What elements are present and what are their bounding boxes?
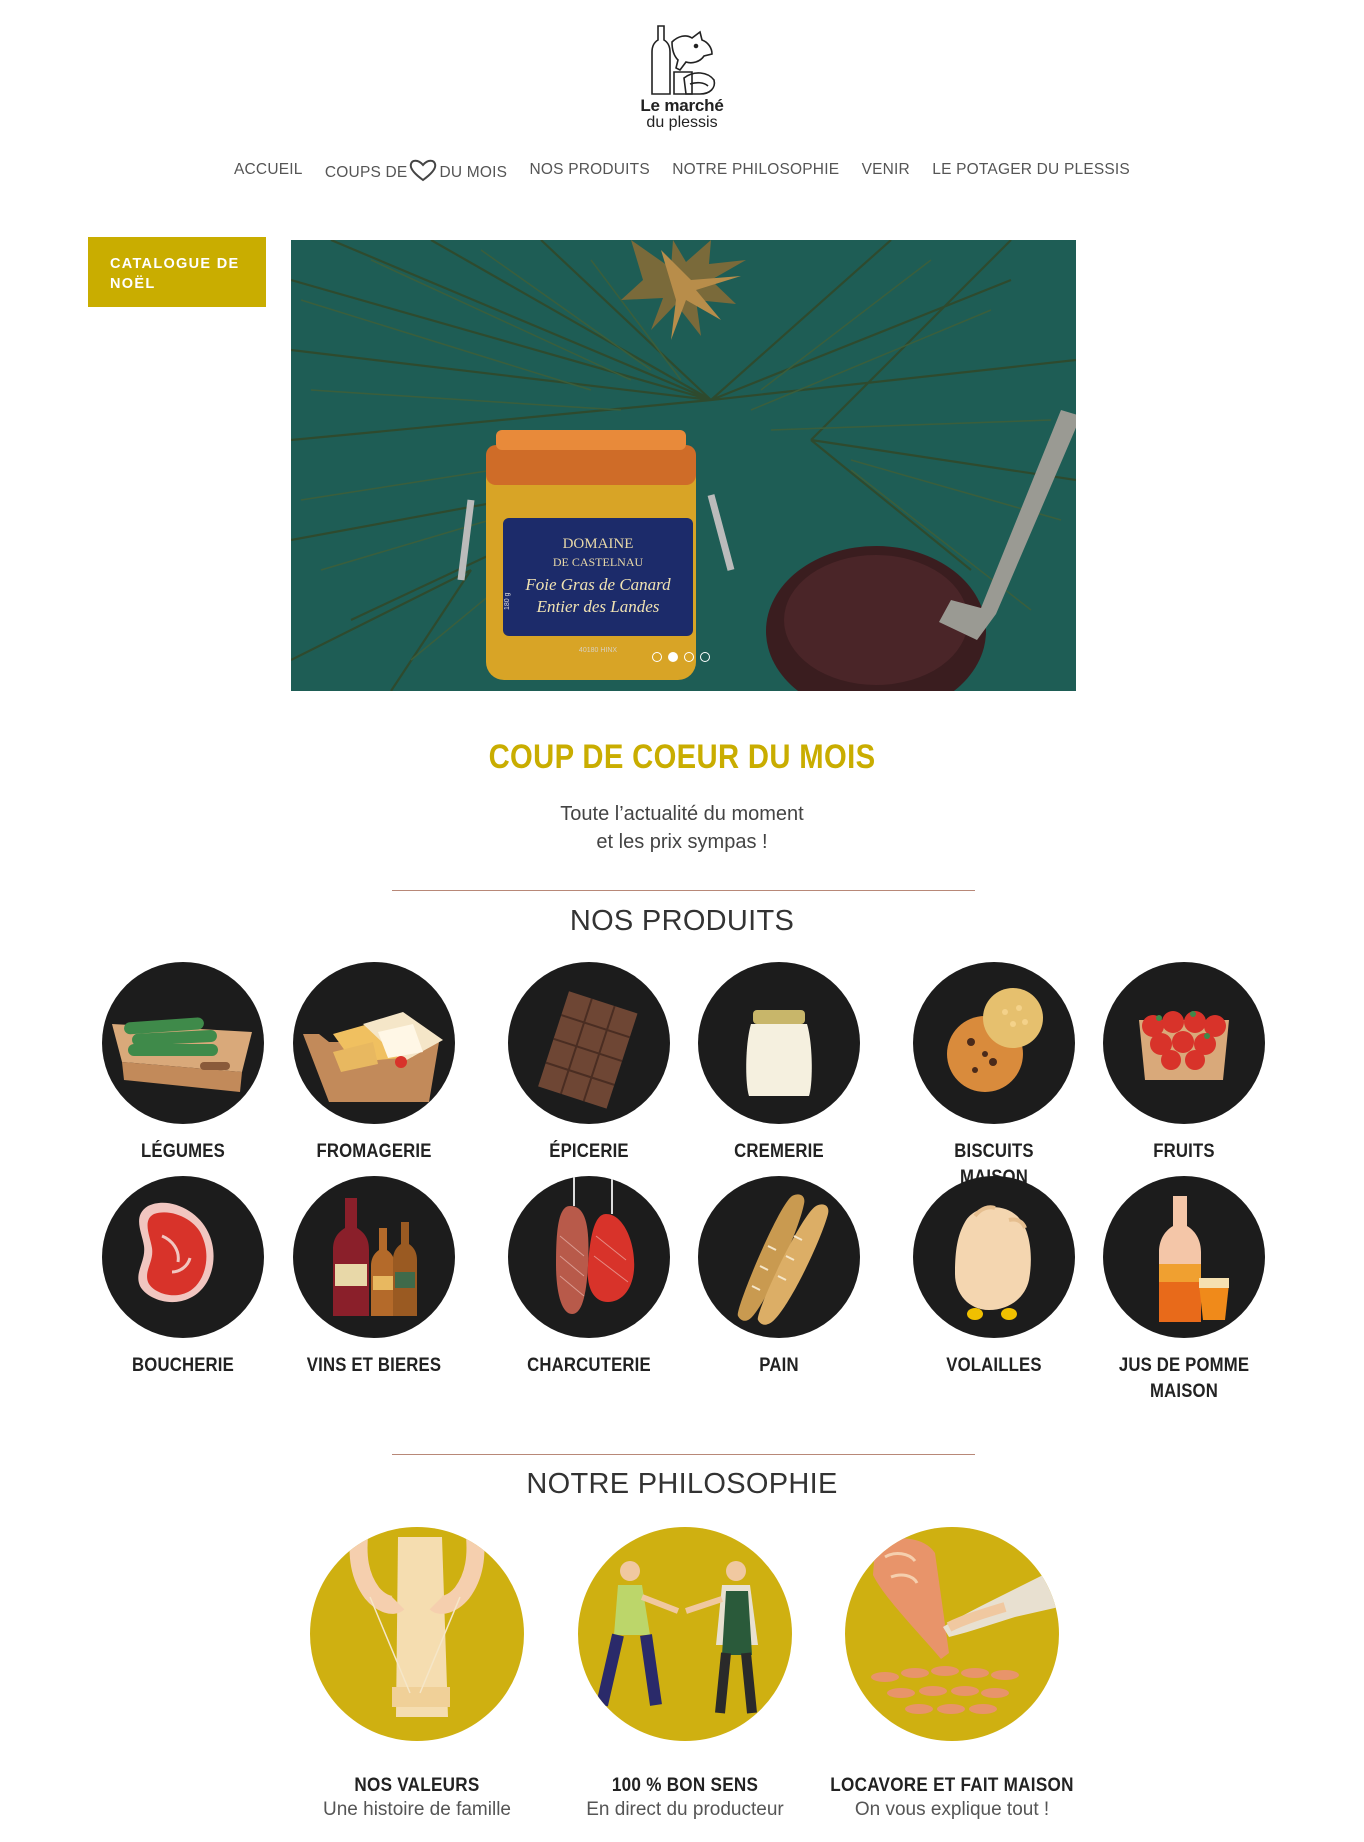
piping-bag-icon (871, 1538, 1059, 1714)
jus-line2: MAISON (1150, 1381, 1218, 1402)
cdc-line1: Toute l’actualité du moment (560, 803, 804, 825)
product-fromagerie[interactable]: FROMAGERIE (289, 962, 459, 1165)
product-label: VINS ET BIERES (306, 1355, 442, 1376)
handshake-icon (596, 1561, 758, 1714)
divider-1 (392, 890, 975, 891)
catalogue-line1: CATALOGUE DE (110, 256, 240, 272)
hero-image: DOMAINE DE CASTELNAU Foie Gras de Canard… (291, 240, 1076, 691)
logo-line2: du plessis (646, 114, 718, 131)
product-label: VOLAILLES (946, 1355, 1042, 1376)
slider-dot-2[interactable] (668, 652, 678, 662)
catalogue-noel-button[interactable]: CATALOGUE DE NOËL (88, 237, 266, 307)
steak-icon (138, 1202, 214, 1303)
jar-weight: 180 g (504, 592, 511, 610)
phil-subtitle: On vous explique tout ! (854, 1799, 1050, 1820)
slider-dot-1[interactable] (652, 652, 662, 662)
product-epicerie[interactable]: ÉPICERIE (504, 962, 674, 1165)
product-vins-et-bieres[interactable]: VINS ET BIERES (289, 1176, 459, 1379)
nav-coups-post: DU MOIS (439, 164, 508, 181)
product-label: LÉGUMES (141, 1141, 225, 1162)
product-jus-de-pomme[interactable]: JUS DE POMME MAISON (1099, 1176, 1269, 1405)
phil-locavore[interactable]: LOCAVORE ET FAIT MAISON On vous explique… (812, 1527, 1092, 1821)
product-volailles[interactable]: VOLAILLES (909, 1176, 1079, 1379)
nav-coups-de-coeur[interactable]: COUPS DE DU MOIS (325, 158, 507, 182)
nav-coups-pre: COUPS DE (324, 164, 408, 181)
product-label: CREMERIE (734, 1141, 824, 1162)
divider-2 (392, 1454, 975, 1455)
heart-icon (410, 159, 437, 182)
product-cremerie[interactable]: CREMERIE (694, 962, 864, 1165)
slider-dot-3[interactable] (684, 652, 694, 662)
nav-notre-philosophie[interactable]: NOTRE PHILOSOPHIE (672, 161, 839, 179)
catalogue-line2: NOËL (110, 276, 156, 292)
vegetable-crate-icon (112, 1017, 252, 1092)
logo-line1: Le marché (640, 96, 724, 115)
product-boucherie[interactable]: BOUCHERIE (98, 1176, 268, 1379)
product-label: PAIN (759, 1355, 799, 1376)
phil-title: 100 % BON SENS (611, 1775, 759, 1796)
chocolate-bar-icon (538, 991, 638, 1109)
chicken-icon (955, 1205, 1031, 1320)
cdc-line2: et les prix sympas ! (596, 831, 768, 853)
jar-label-4: Entier des Landes (536, 597, 660, 616)
slider-dots (652, 649, 716, 667)
phil-subtitle: En direct du producteur (586, 1799, 784, 1820)
phil-nos-valeurs[interactable]: NOS VALEURS Une histoire de famille (277, 1527, 557, 1821)
nav-potager[interactable]: LE POTAGER DU PLESSIS (932, 161, 1130, 179)
product-charcuterie[interactable]: CHARCUTERIE (504, 1176, 674, 1379)
nav-venir[interactable]: VENIR (862, 161, 910, 179)
jar-label-3: Foie Gras de Canard (524, 575, 671, 594)
coup-de-coeur-title[interactable]: COUP DE COEUR DU MOIS (95, 738, 1268, 777)
yogurt-jar-icon (746, 1010, 812, 1096)
apple-juice-bottle-icon (1159, 1196, 1229, 1322)
product-label: FROMAGERIE (316, 1141, 432, 1162)
product-label: JUS DE POMME MAISON (1109, 1353, 1259, 1405)
phil-title: LOCAVORE ET FAIT MAISON (830, 1775, 1074, 1796)
logo-illustration-icon (651, 25, 716, 95)
strawberry-basket-icon (1139, 1011, 1229, 1080)
coup-de-coeur-subtitle: Toute l’actualité du moment et les prix … (0, 800, 1364, 856)
product-biscuits-maison[interactable]: BISCUITS MAISON (909, 962, 1079, 1191)
product-pain[interactable]: PAIN (694, 1176, 864, 1379)
nos-produits-title: NOS PRODUITS (569, 905, 795, 937)
cookies-icon (947, 988, 1043, 1092)
product-legumes[interactable]: LÉGUMES (98, 962, 268, 1165)
jar-label-1: DOMAINE (563, 536, 634, 552)
jar-label-2: DE CASTELNAU (553, 555, 644, 569)
site-logo[interactable]: Le marché du plessis (632, 22, 732, 134)
phil-subtitle: Une histoire de famille (323, 1799, 511, 1820)
product-label: ÉPICERIE (549, 1141, 629, 1162)
baguette-icon (737, 1194, 829, 1325)
jar-small: 40180 HINX (579, 647, 617, 654)
product-label: BOUCHERIE (132, 1355, 234, 1376)
hands-cheese-icon (349, 1527, 485, 1717)
notre-philosophie-title: NOTRE PHILOSOPHIE (526, 1468, 838, 1500)
slider-dot-4[interactable] (700, 652, 710, 662)
hanging-sausages-icon (556, 1176, 635, 1314)
cheese-board-icon (303, 1012, 443, 1102)
main-nav: ACCUEIL COUPS DE DU MOIS NOS PRODUITS NOT… (0, 158, 1364, 182)
jus-line1: JUS DE POMME (1118, 1355, 1250, 1376)
hero-slider[interactable]: DOMAINE DE CASTELNAU Foie Gras de Canard… (291, 240, 1076, 691)
product-fruits[interactable]: FRUITS (1099, 962, 1269, 1165)
wine-beer-bottles-icon (333, 1198, 417, 1316)
nav-accueil[interactable]: ACCUEIL (234, 161, 303, 179)
phil-title: NOS VALEURS (354, 1775, 480, 1796)
product-label: CHARCUTERIE (527, 1355, 651, 1376)
product-label: FRUITS (1153, 1141, 1215, 1162)
phil-bon-sens[interactable]: 100 % BON SENS En direct du producteur (545, 1527, 825, 1821)
nav-nos-produits[interactable]: NOS PRODUITS (530, 161, 650, 179)
